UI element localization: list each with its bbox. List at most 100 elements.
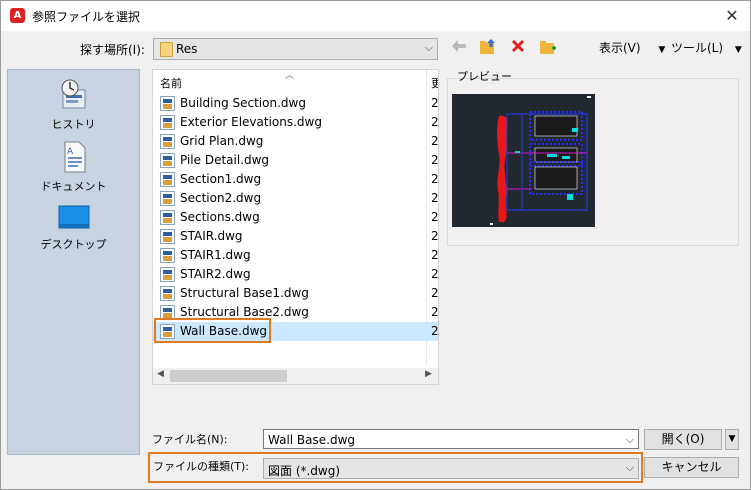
open-options-dropdown[interactable]: ▼ [725, 429, 739, 450]
dwg-file-icon [160, 153, 175, 168]
file-row[interactable]: Pile Detail.dwg 2 [153, 151, 438, 170]
file-date: 2 [431, 172, 439, 186]
column-name-header[interactable]: 名前 [160, 75, 182, 91]
file-date: 2 [431, 153, 439, 167]
delete-icon[interactable] [508, 39, 528, 57]
preview-thumbnail [452, 94, 595, 227]
file-name: STAIR1.dwg [180, 248, 251, 262]
file-date: 2 [431, 210, 439, 224]
file-name: Structural Base1.dwg [180, 286, 309, 300]
file-name: Grid Plan.dwg [180, 134, 264, 148]
file-date: 2 [431, 115, 439, 129]
dwg-file-icon [160, 210, 175, 225]
up-folder-icon[interactable] [478, 39, 498, 57]
horizontal-scrollbar[interactable]: ◀ ▶ [153, 368, 438, 384]
scrollbar-thumb[interactable] [170, 370, 287, 382]
dwg-file-icon [160, 134, 175, 149]
close-button[interactable]: ✕ [722, 6, 742, 26]
cancel-button-label: キャンセル [661, 460, 722, 474]
file-name: Section1.dwg [180, 172, 262, 186]
file-row[interactable]: STAIR2.dwg 2 [153, 265, 438, 284]
file-name: Building Section.dwg [180, 96, 306, 110]
file-row[interactable]: Grid Plan.dwg 2 [153, 132, 438, 151]
scroll-left-icon[interactable]: ◀ [157, 369, 164, 379]
desktop-icon [58, 205, 89, 229]
file-date: 2 [431, 134, 439, 148]
file-name-input[interactable]: Wall Base.dwg ⌵ [263, 429, 639, 449]
history-icon [61, 79, 85, 109]
file-row[interactable]: Exterior Elevations.dwg 2 [153, 113, 438, 132]
dwg-file-icon [160, 267, 175, 282]
look-in-label: 探す場所(I): [80, 43, 145, 57]
caret-down-icon: ▼ [658, 45, 666, 55]
open-button[interactable]: 開く(O) [644, 429, 722, 450]
dialog-title: 参照ファイルを選択 [32, 10, 141, 24]
file-row[interactable]: STAIR.dwg 2 [153, 227, 438, 246]
view-menu-label: 表示(V) [599, 41, 641, 55]
file-name: Sections.dwg [180, 210, 260, 224]
folder-icon [160, 42, 173, 57]
file-type-highlight [148, 452, 643, 483]
chevron-down-icon: ⌵ [424, 41, 433, 54]
file-row[interactable]: STAIR1.dwg 2 [153, 246, 438, 265]
place-label: ドキュメント [40, 180, 107, 193]
place-label: デスクトップ [40, 238, 107, 251]
file-name-label: ファイル名(N): [152, 433, 228, 446]
dwg-file-icon [160, 115, 175, 130]
caret-down-icon: ▼ [728, 434, 736, 444]
sort-ascending-icon: ︿ [285, 71, 295, 81]
file-row[interactable]: Section1.dwg 2 [153, 170, 438, 189]
file-rows: Building Section.dwg 2 Exterior Elevations… [153, 94, 438, 341]
file-name: STAIR2.dwg [180, 267, 251, 281]
file-name: Structural Base2.dwg [180, 305, 309, 319]
file-name: Section2.dwg [180, 191, 262, 205]
file-date: 2 [431, 286, 439, 300]
place-desktop[interactable]: デスクトップ [8, 204, 139, 252]
file-row[interactable]: Section2.dwg 2 [153, 189, 438, 208]
tools-menu-label: ツール(L) [671, 41, 724, 55]
view-menu[interactable]: 表示(V) ▼ [599, 39, 665, 56]
file-row[interactable]: Sections.dwg 2 [153, 208, 438, 227]
back-arrow-icon[interactable] [449, 39, 469, 57]
file-date: 2 [431, 267, 439, 281]
column-header: ︿ 名前 更 [153, 70, 438, 92]
autocad-app-icon: A [10, 8, 25, 23]
dwg-file-icon [160, 172, 175, 187]
file-date: 2 [431, 305, 439, 319]
file-date: 2 [431, 248, 439, 262]
file-name: Pile Detail.dwg [180, 153, 270, 167]
cancel-button[interactable]: キャンセル [644, 457, 739, 478]
places-bar: ヒストリ A ドキュメント デスクトップ [7, 69, 140, 455]
file-date: 2 [431, 96, 439, 110]
documents-icon: A [64, 141, 85, 173]
caret-down-icon: ▼ [734, 45, 742, 55]
file-row[interactable]: Structural Base1.dwg 2 [153, 284, 438, 303]
place-label: ヒストリ [51, 118, 96, 131]
file-name: STAIR.dwg [180, 229, 243, 243]
file-row[interactable]: Building Section.dwg 2 [153, 94, 438, 113]
file-date: 2 [431, 229, 439, 243]
select-reference-file-dialog: A 参照ファイルを選択 ✕ 探す場所(I): Res ⌵ 表示(V) ▼ ツール… [0, 0, 751, 490]
dwg-file-icon [160, 286, 175, 301]
column-date-header[interactable]: 更 [431, 75, 438, 91]
svg-text:A: A [67, 147, 74, 157]
dwg-file-icon [160, 191, 175, 206]
dwg-file-icon [160, 248, 175, 263]
place-history[interactable]: ヒストリ [8, 78, 139, 132]
open-button-label: 開く(O) [661, 432, 705, 446]
chevron-down-icon[interactable]: ⌵ [626, 433, 634, 447]
tools-menu[interactable]: ツール(L) ▼ [671, 39, 742, 56]
title-bar: A 参照ファイルを選択 ✕ [1, 1, 750, 31]
file-name: Exterior Elevations.dwg [180, 115, 322, 129]
look-in-dropdown[interactable]: Res ⌵ [153, 38, 438, 60]
file-date: 2 [431, 191, 439, 205]
look-in-value: Res [176, 42, 198, 56]
place-documents[interactable]: A ドキュメント [8, 140, 139, 194]
selected-file-highlight [154, 318, 271, 343]
scroll-right-icon[interactable]: ▶ [425, 369, 432, 379]
dwg-file-icon [160, 96, 175, 111]
file-name-value: Wall Base.dwg [268, 433, 356, 447]
preview-label: プレビュー [457, 70, 512, 83]
new-folder-icon[interactable] [538, 39, 558, 57]
drawing-preview-image [490, 96, 591, 225]
